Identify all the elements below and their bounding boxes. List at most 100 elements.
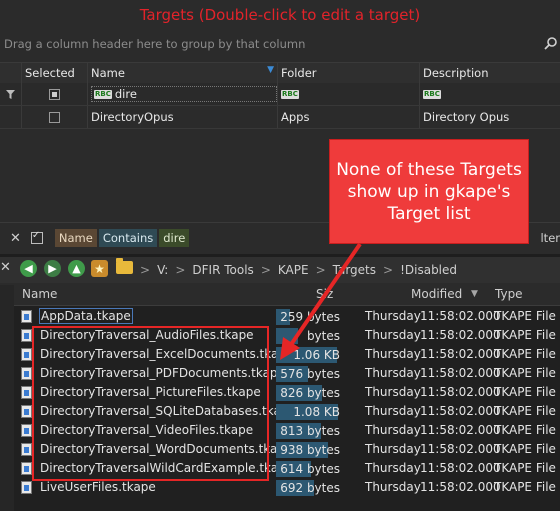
list-item[interactable]: LiveUserFiles.tkape 692 bytes Thursday 11:5… xyxy=(14,479,560,498)
column-header-name[interactable]: Name xyxy=(22,287,57,301)
tkape-file-icon xyxy=(21,481,32,494)
breadcrumb-item[interactable]: !Disabled xyxy=(400,263,457,277)
column-header-selected[interactable]: Selected xyxy=(22,63,88,83)
lister-toolbar: ◀ ▶ ▲ ★ > V: > DFIR Tools > KAPE > Targe… xyxy=(0,257,560,283)
callout-box: None of these Targets show up in gkape's… xyxy=(329,139,529,244)
row-select-checkbox[interactable] xyxy=(49,111,60,123)
file-type: TKAPE File xyxy=(494,461,556,475)
sort-descending-icon: ▼ xyxy=(471,289,478,299)
file-modified-day: Thursday xyxy=(365,347,421,361)
file-modified-day: Thursday xyxy=(365,404,421,418)
text-filter-icon: RBC xyxy=(281,89,299,99)
tkape-file-icon xyxy=(21,367,32,380)
tkape-file-icon xyxy=(21,405,32,418)
list-item[interactable]: AppData.tkape 259 bytes Thursday 11:58:02.0… xyxy=(14,308,560,327)
text-filter-icon: RBC xyxy=(423,89,441,99)
folder-filter-input[interactable]: RBC xyxy=(278,83,420,105)
description-filter-input[interactable]: RBC xyxy=(420,83,560,105)
targets-title: Targets (Double-click to edit a target) xyxy=(139,6,421,24)
filter-field-token[interactable]: Name xyxy=(54,229,97,247)
search-icon[interactable] xyxy=(544,36,558,50)
up-icon[interactable]: ▲ xyxy=(68,260,85,277)
file-modified-time: 11:58:02.000 xyxy=(420,404,501,418)
file-modified-day: Thursday xyxy=(365,328,421,342)
file-size: 1.06 KB xyxy=(276,347,340,363)
tkape-file-icon xyxy=(21,424,32,437)
file-modified-time: 11:58:02.000 xyxy=(420,347,501,361)
breadcrumb-item[interactable]: Targets xyxy=(333,263,376,277)
file-modified-day: Thursday xyxy=(365,366,421,380)
file-size: 614 bytes xyxy=(276,461,340,477)
tkape-file-icon xyxy=(21,329,32,342)
auto-filter-row: RBC dire RBC RBC xyxy=(0,83,560,106)
name-filter-input[interactable]: RBC dire xyxy=(91,86,277,102)
favorites-star-icon[interactable]: ★ xyxy=(91,260,108,277)
file-name: AppData.tkape xyxy=(39,308,133,324)
column-header-type[interactable]: Type xyxy=(495,287,523,301)
file-type: TKAPE File xyxy=(494,442,556,456)
file-modified-day: Thursday xyxy=(365,423,421,437)
file-modified-day: Thursday xyxy=(365,461,421,475)
file-modified-day: Thursday xyxy=(365,442,421,456)
close-lister-icon[interactable]: ✕ xyxy=(0,260,11,275)
breadcrumb-item[interactable]: DFIR Tools xyxy=(192,263,253,277)
filter-row-icon xyxy=(0,83,22,105)
column-header-modified[interactable]: Modified xyxy=(411,287,462,301)
file-name: LiveUserFiles.tkape xyxy=(40,480,156,494)
file-modified-time: 11:58:02.000 xyxy=(420,423,501,437)
filter-operator-token[interactable]: Contains xyxy=(98,229,158,247)
file-type: TKAPE File xyxy=(494,404,556,418)
file-type: TKAPE File xyxy=(494,385,556,399)
lister-left-strip xyxy=(0,285,15,511)
indicator-column-header xyxy=(0,63,22,83)
column-header-name[interactable]: Name ▼ xyxy=(88,63,278,83)
file-size: 938 bytes xyxy=(276,442,340,458)
highlight-box xyxy=(32,326,269,481)
file-type: TKAPE File xyxy=(494,347,556,361)
file-modified-time: 11:58:02.000 xyxy=(420,385,501,399)
file-modified-time: 11:58:02.000 xyxy=(420,480,501,494)
file-modified-day: Thursday xyxy=(365,385,421,399)
selected-filter-checkbox[interactable] xyxy=(49,88,60,100)
row-name: DirectoryOpus xyxy=(88,106,278,128)
file-type: TKAPE File xyxy=(494,480,556,494)
file-type: TKAPE File xyxy=(494,309,556,323)
clear-filter-icon[interactable]: ✕ xyxy=(10,231,21,246)
file-size: 692 bytes xyxy=(276,480,340,496)
table-row[interactable]: DirectoryOpus Apps Directory Opus xyxy=(0,106,560,129)
edit-filter-link[interactable]: lter xyxy=(540,231,560,245)
row-description: Directory Opus xyxy=(423,110,510,124)
file-type: TKAPE File xyxy=(494,423,556,437)
tkape-file-icon xyxy=(21,386,32,399)
file-modified-day: Thursday xyxy=(365,309,421,323)
file-size: 1.08 KB xyxy=(276,404,340,420)
tkape-file-icon xyxy=(21,443,32,456)
targets-grid-header: Selected Name ▼ Folder Description xyxy=(0,62,560,84)
column-header-description[interactable]: Description xyxy=(420,63,560,83)
forward-icon[interactable]: ▶ xyxy=(44,260,61,277)
tkape-file-icon xyxy=(21,348,32,361)
back-icon[interactable]: ◀ xyxy=(20,260,37,277)
file-modified-time: 11:58:02.000 xyxy=(420,461,501,475)
row-folder: Apps xyxy=(278,106,420,128)
column-header-folder[interactable]: Folder xyxy=(278,63,420,83)
filter-value-token[interactable]: dire xyxy=(159,229,190,247)
group-by-area[interactable]: Drag a column header here to group by th… xyxy=(0,30,560,58)
file-size: 813 bytes xyxy=(276,423,340,439)
enable-filter-checkbox[interactable] xyxy=(30,230,43,244)
folder-icon xyxy=(116,258,133,274)
breadcrumb-item[interactable]: V: xyxy=(157,263,168,277)
file-modified-time: 11:58:02.000 xyxy=(420,366,501,380)
file-size: 826 bytes xyxy=(276,385,340,401)
file-modified-day: Thursday xyxy=(365,480,421,494)
file-size: bytes xyxy=(276,328,340,344)
breadcrumb-item[interactable]: KAPE xyxy=(278,263,309,277)
file-type: TKAPE File xyxy=(494,366,556,380)
column-header-size[interactable]: Siz xyxy=(316,287,333,301)
group-by-hint: Drag a column header here to group by th… xyxy=(4,37,306,51)
text-filter-icon: RBC xyxy=(94,89,112,99)
filter-funnel-icon[interactable]: ▼ xyxy=(267,65,274,75)
tkape-file-icon xyxy=(21,310,32,323)
file-type: TKAPE File xyxy=(494,328,556,342)
file-size: 259 bytes xyxy=(276,309,340,325)
